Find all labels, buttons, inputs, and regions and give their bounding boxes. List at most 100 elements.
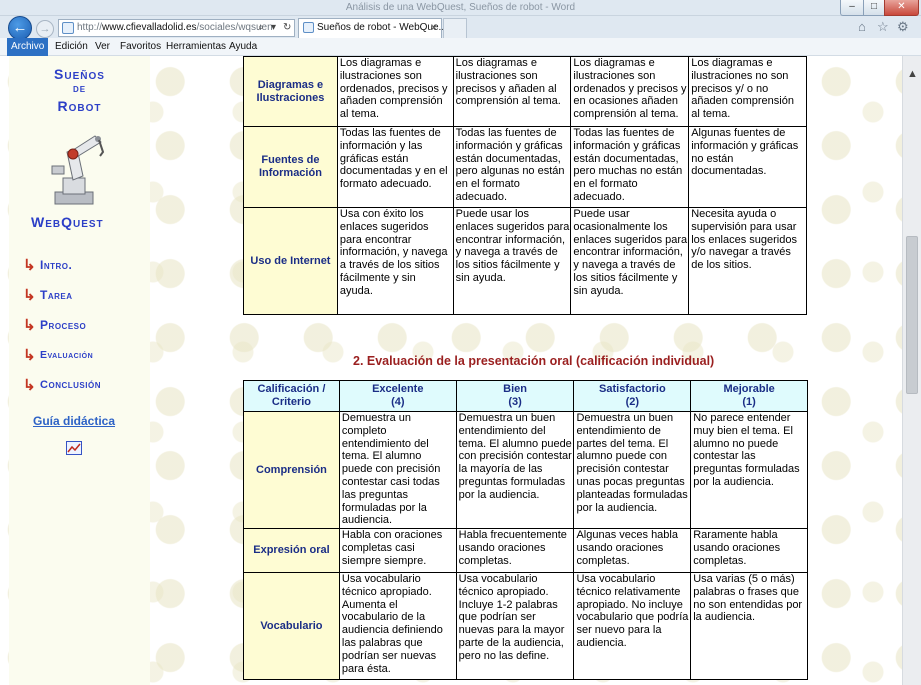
logo-line-1: Sueños (54, 66, 105, 82)
scroll-thumb[interactable] (906, 236, 918, 394)
page-icon (303, 22, 314, 33)
column-header-line: (3) (508, 396, 522, 408)
tab-title: Sueños de robot - WebQue... (317, 22, 447, 33)
rubric-cell: Necesita ayuda o supervisión para usar l… (688, 207, 807, 315)
table-row: Expresión oral Habla con oraciones comple… (243, 528, 808, 573)
maximize-button[interactable]: □ (863, 0, 885, 16)
menu-ver[interactable]: Ver (95, 41, 110, 52)
rubric-cell: Puede usar los enlaces sugeridos para en… (452, 207, 572, 315)
column-header: Calificación / Criterio (243, 380, 340, 412)
rubric-cell: Usa vocabulario técnico apropiado. Inclu… (455, 572, 575, 680)
table-row: Vocabulario Usa vocabulario técnico aprop… (243, 572, 808, 680)
search-icon[interactable]: ⌕ (258, 20, 264, 36)
column-header-line: (1) (742, 396, 756, 408)
criterion-cell: Fuentes de Información (243, 126, 338, 208)
window-titlebar: Análisis de una WebQuest, Sueños de robo… (0, 0, 921, 16)
address-domain: www.cfievalladolid.es (102, 22, 197, 33)
rubric-cell: Demuestra un buen entendimiento de parte… (573, 411, 692, 529)
browser-navbar: ← → http://www.cfievalladolid.es/sociale… (0, 16, 921, 40)
criterion-cell: Vocabulario (243, 572, 340, 680)
nav-conclusion[interactable]: ↳ Conclusión (23, 376, 101, 394)
bolt-icon: ↳ (23, 257, 36, 274)
rubric-cell: Habla frecuentemente usando oraciones co… (455, 528, 575, 573)
table-row: Fuentes de Información Todas las fuentes … (243, 126, 807, 208)
webquest-heading: WebQuest (31, 214, 104, 230)
column-header-line: Satisfactorio (599, 383, 666, 395)
rubric-cell: Algunas veces habla usando oraciones com… (573, 528, 692, 573)
close-window-button[interactable]: ✕ (884, 0, 919, 16)
criterion-cell: Expresión oral (243, 528, 340, 573)
menu-ayuda[interactable]: Ayuda (229, 41, 257, 52)
rubric-cell: Puede usar ocasionalmente los enlaces su… (570, 207, 690, 315)
new-tab-button[interactable] (443, 18, 467, 38)
bolt-icon: ↳ (23, 317, 36, 334)
column-header-line: Calificación / (257, 383, 326, 395)
refresh-icon[interactable]: ↻ (283, 20, 291, 36)
column-header: Excelente (4) (338, 380, 457, 412)
rubric-cell: Demuestra un buen entendimiento del tema… (455, 411, 575, 529)
table-row: Comprensión Demuestra un completo entendi… (243, 411, 808, 529)
rubric-cell: Demuestra un completo entendimiento del … (338, 411, 457, 529)
rubric-cell: Todas las fuentes de información y gráfi… (452, 126, 572, 208)
column-header-line: (4) (391, 396, 405, 408)
menu-bar: Archivo Edición Ver Favoritos Herramient… (0, 38, 921, 56)
gear-icon[interactable]: ⚙ (897, 19, 909, 35)
rubric-cell: Los diagramas e ilustraciones son ordena… (570, 56, 690, 127)
minimize-button[interactable]: – (840, 0, 864, 16)
robot-arm-image (51, 135, 105, 205)
address-bar[interactable]: http://www.cfievalladolid.es/sociales/wq… (58, 19, 295, 37)
bolt-icon: ↳ (23, 287, 36, 304)
criterion-cell: Comprensión (243, 411, 340, 529)
favorites-star-icon[interactable]: ☆ (877, 19, 889, 35)
nav-proceso[interactable]: ↳ Proceso (23, 316, 86, 334)
arrow-left-icon: ← (12, 19, 28, 36)
menu-favoritos[interactable]: Favoritos (120, 41, 161, 52)
guia-didactica-link[interactable]: Guía didáctica (33, 414, 115, 428)
rubric-cell: Algunas fuentes de información y gráfica… (688, 126, 807, 208)
sidebar: Sueños de Robot WebQuest ↳ Intro. ↳ Tare… (9, 56, 150, 685)
nav-evaluacion[interactable]: ↳ Evaluación (23, 346, 93, 364)
forward-button[interactable]: → (36, 20, 54, 38)
back-button[interactable]: ← (8, 16, 32, 40)
rubric-cell: Todas las fuentes de información y gráfi… (570, 126, 690, 208)
column-header-line: Excelente (372, 383, 424, 395)
window-title: Análisis de una WebQuest, Sueños de robo… (345, 2, 576, 13)
bolt-icon: ↳ (23, 347, 36, 364)
scroll-up-icon[interactable]: ▲ (907, 68, 918, 80)
menu-edicion[interactable]: Edición (55, 41, 88, 52)
bolt-icon: ↳ (23, 377, 36, 394)
rubric-cell: Usa con éxito los enlaces sugeridos para… (336, 207, 454, 315)
column-header: Satisfactorio (2) (573, 380, 692, 412)
column-header-line: Bien (503, 383, 527, 395)
rubric-cell: Habla con oraciones completas casi siemp… (338, 528, 457, 573)
section-2-title: 2. Evaluación de la presentación oral (c… (353, 354, 715, 368)
rubric-cell: Los diagramas e ilustraciones son precis… (452, 56, 572, 127)
nav-intro[interactable]: ↳ Intro. (23, 256, 72, 274)
page-viewport: Sueños de Robot WebQuest ↳ Intro. ↳ Tare… (0, 56, 902, 685)
rubric-cell: Usa varias (5 o más) palabras o frases q… (690, 572, 808, 680)
column-header-line: Criterio (271, 396, 312, 408)
menu-herramientas[interactable]: Herramientas (166, 41, 226, 52)
table-row: Diagramas e Ilustraciones Los diagramas e… (243, 56, 807, 127)
nav-tarea[interactable]: ↳ Tarea (23, 286, 73, 304)
rubric-cell: Raramente habla usando oraciones complet… (690, 528, 808, 573)
column-header-line: Mejorable (723, 383, 775, 395)
criterion-cell: Uso de Internet (243, 207, 338, 315)
arrow-right-icon: → (39, 23, 51, 35)
tab-close-icon[interactable]: × (431, 19, 437, 37)
home-icon[interactable]: ⌂ (858, 19, 866, 34)
rubric-table-2: Calificación / Criterio Excelente (4) Bien (3… (243, 380, 808, 680)
chart-icon[interactable] (66, 441, 82, 455)
column-header: Bien (3) (455, 380, 575, 412)
criterion-cell: Diagramas e Ilustraciones (243, 56, 338, 127)
rubric-cell: No parece entender muy bien el tema. El … (690, 411, 808, 529)
address-prefix: http:// (77, 22, 103, 33)
tab-suenos-de-robot[interactable]: Sueños de robot - WebQue... × (298, 18, 447, 38)
column-header-line: (2) (625, 396, 640, 408)
rubric-cell: Usa vocabulario técnico apropiado. Aumen… (338, 572, 457, 680)
vertical-scrollbar[interactable]: ▲ (902, 56, 921, 685)
dropdown-icon[interactable]: ▾ (271, 20, 276, 36)
logo-line-3: Robot (57, 98, 102, 114)
menu-archivo[interactable]: Archivo (7, 38, 49, 56)
logo-line-2: de (72, 83, 87, 95)
